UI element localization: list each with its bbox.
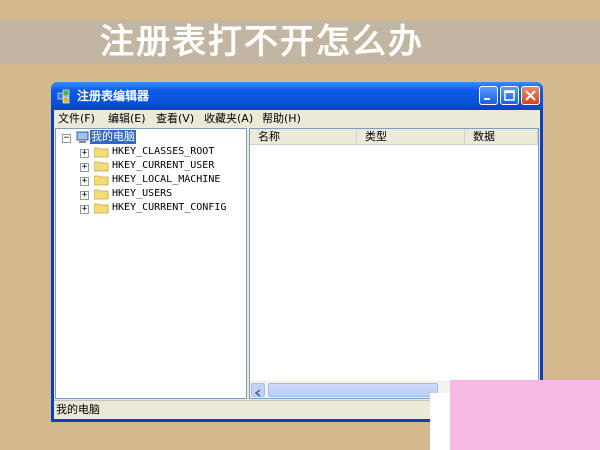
expand-icon[interactable]: + — [80, 163, 89, 172]
registry-tree[interactable]: − 我的电脑 + HKEY_CLASSES_ROOT + HKEY_CURREN… — [55, 128, 247, 399]
tree-node-users[interactable]: HKEY_USERS — [112, 187, 172, 201]
banner-title: 注册表打不开怎么办 — [100, 22, 424, 62]
close-icon — [525, 90, 536, 101]
values-list[interactable]: 名称 类型 数据 — [249, 128, 539, 399]
close-button[interactable] — [521, 86, 540, 105]
expand-icon[interactable]: + — [80, 149, 89, 158]
maximize-icon — [504, 90, 515, 101]
scroll-thumb[interactable] — [268, 383, 438, 397]
chevron-left-icon — [254, 389, 261, 397]
tree-node-local-machine[interactable]: HKEY_LOCAL_MACHINE — [112, 173, 220, 187]
computer-icon — [76, 131, 89, 143]
folder-icon — [94, 175, 109, 186]
folder-icon — [94, 189, 109, 200]
window-title: 注册表编辑器 — [77, 89, 150, 103]
folder-icon — [94, 147, 109, 158]
tree-node-classes-root[interactable]: HKEY_CLASSES_ROOT — [112, 145, 214, 159]
registry-app-icon — [57, 89, 70, 104]
menu-file[interactable]: 文件(F) — [58, 111, 95, 127]
tree-node-current-user[interactable]: HKEY_CURRENT_USER — [112, 159, 214, 173]
column-header-type[interactable]: 类型 — [357, 129, 465, 145]
maximize-button[interactable] — [500, 86, 519, 105]
minimize-icon — [484, 98, 490, 100]
menu-bar: 文件(F) 编辑(E) 查看(V) 收藏夹(A) 帮助(H) — [54, 110, 540, 128]
scroll-left-button[interactable] — [251, 383, 265, 397]
expand-icon[interactable]: + — [80, 177, 89, 186]
menu-edit[interactable]: 编辑(E) — [108, 111, 146, 127]
expand-icon[interactable]: + — [80, 205, 89, 214]
column-header-name[interactable]: 名称 — [250, 129, 357, 145]
folder-icon — [94, 161, 109, 172]
menu-view[interactable]: 查看(V) — [156, 111, 194, 127]
window-client: 文件(F) 编辑(E) 查看(V) 收藏夹(A) 帮助(H) − 我的电脑 + … — [54, 110, 540, 419]
menu-favorites[interactable]: 收藏夹(A) — [204, 111, 253, 127]
folder-icon — [94, 203, 109, 214]
watermark-pink-block — [450, 380, 600, 450]
column-header-data[interactable]: 数据 — [465, 129, 538, 145]
registry-editor-window: 注册表编辑器 文件(F) 编辑(E) 查看(V) 收藏夹(A) 帮助(H) − … — [51, 82, 543, 422]
menu-help[interactable]: 帮助(H) — [262, 111, 301, 127]
tree-root-my-computer[interactable]: 我的电脑 — [90, 130, 136, 144]
minimize-button[interactable] — [479, 86, 498, 105]
tree-node-current-config[interactable]: HKEY_CURRENT_CONFIG — [112, 201, 226, 215]
title-bar[interactable]: 注册表编辑器 — [51, 82, 543, 110]
expand-icon[interactable]: + — [80, 191, 89, 200]
collapse-icon[interactable]: − — [62, 134, 71, 143]
